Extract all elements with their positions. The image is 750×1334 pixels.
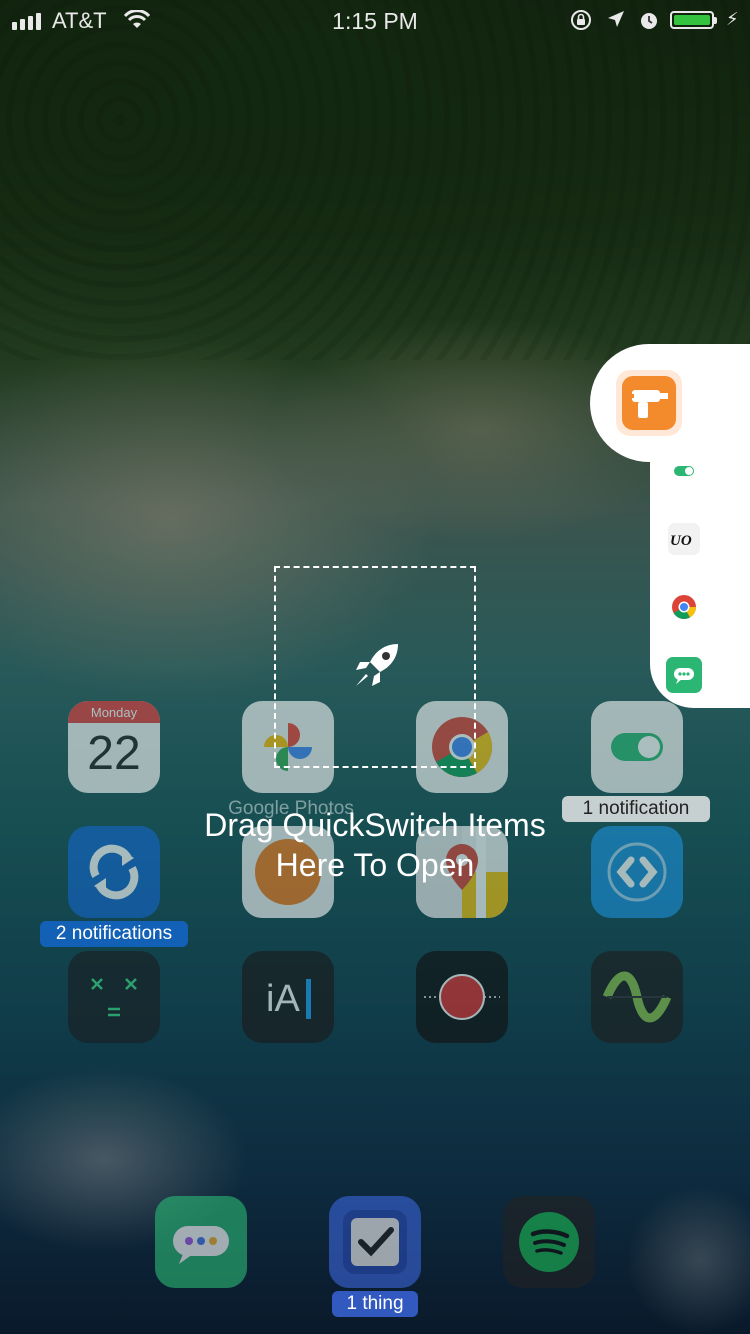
calendar-app-icon[interactable]: Monday 22 bbox=[68, 701, 160, 793]
ia-writer-text: iA bbox=[266, 978, 300, 1020]
location-icon bbox=[606, 9, 626, 35]
toggle-app-icon[interactable] bbox=[591, 701, 683, 793]
messages-app-icon[interactable] bbox=[155, 1196, 247, 1288]
drill-icon bbox=[630, 390, 668, 418]
quickswitch-item-drill-app[interactable] bbox=[616, 370, 682, 436]
drop-instructions-line2: Here To Open bbox=[275, 847, 475, 883]
calendar-day-name: Monday bbox=[68, 701, 160, 723]
charging-bolt-icon: ⚡ bbox=[726, 9, 739, 29]
rotation-lock-icon bbox=[570, 9, 592, 37]
things-app-badge: 1 thing bbox=[332, 1291, 418, 1317]
status-bar: AT&T 1:15 PM ⚡ bbox=[0, 0, 750, 40]
sync-app-icon[interactable] bbox=[68, 826, 160, 918]
sync-app-badge: 2 notifications bbox=[40, 921, 188, 947]
rocket-icon bbox=[352, 640, 402, 695]
things-app-icon[interactable] bbox=[329, 1196, 421, 1288]
spotify-app-icon[interactable] bbox=[503, 1196, 595, 1288]
ia-writer-app-icon[interactable]: iA bbox=[242, 951, 334, 1043]
calculator-app-icon[interactable] bbox=[68, 951, 160, 1043]
calendar-day-number: 22 bbox=[87, 727, 141, 780]
alarm-icon bbox=[638, 9, 660, 37]
drop-instructions-line1: Drag QuickSwitch Items bbox=[204, 807, 546, 843]
battery-icon bbox=[670, 11, 717, 29]
home-screen: AT&T 1:15 PM ⚡ Monday 22 Google Photos 1… bbox=[0, 0, 750, 1334]
uo-app-text: UO bbox=[670, 533, 692, 549]
quickswitch-item-toggle-app[interactable] bbox=[668, 455, 700, 487]
quickswitch-item-uo-app[interactable]: UO bbox=[668, 523, 700, 555]
shazam-app-icon[interactable] bbox=[591, 826, 683, 918]
recorder-app-icon[interactable] bbox=[416, 951, 508, 1043]
quickswitch-item-messages[interactable] bbox=[666, 657, 702, 693]
waveform-app-icon[interactable] bbox=[591, 951, 683, 1043]
drop-instructions: Drag QuickSwitch Items Here To Open bbox=[150, 805, 600, 885]
quickswitch-item-chrome[interactable] bbox=[668, 591, 700, 623]
